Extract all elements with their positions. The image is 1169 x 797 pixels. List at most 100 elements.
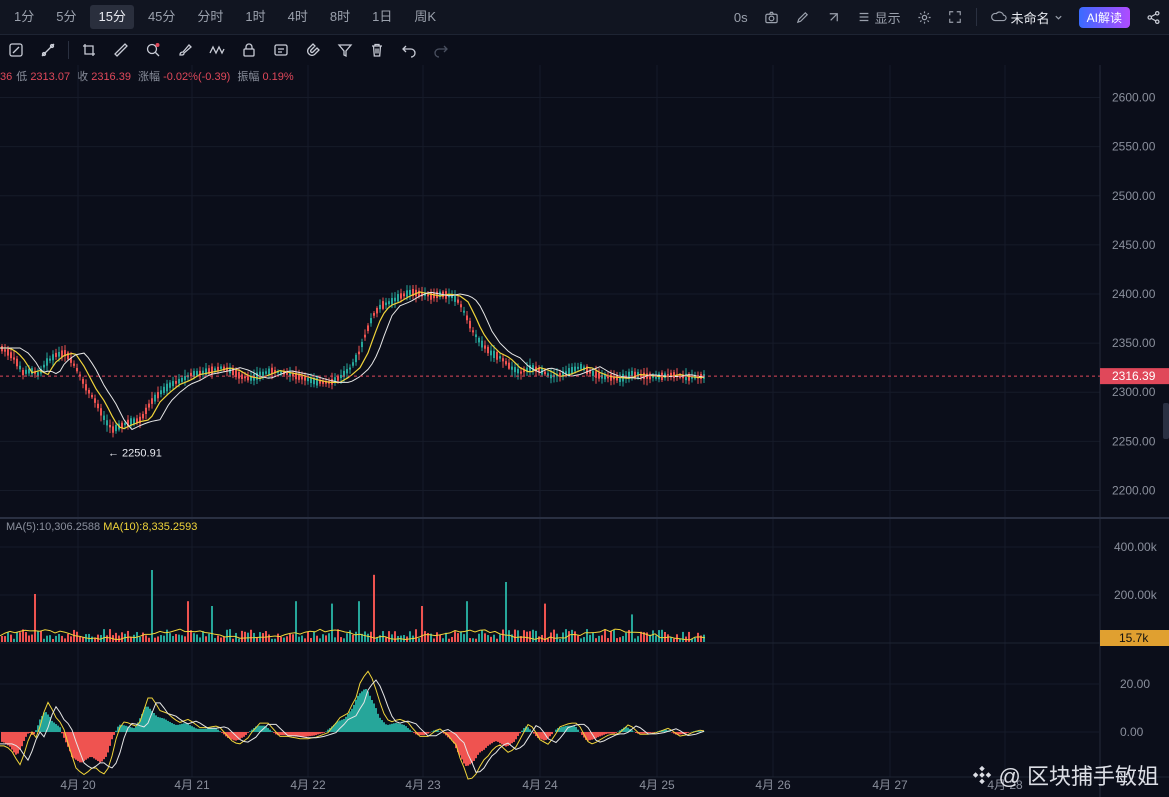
macd-histogram-bar: [95, 732, 97, 760]
filter-icon[interactable]: [335, 40, 355, 60]
volume-bar: [607, 638, 609, 642]
volume-bar: [475, 638, 477, 642]
volume-bar: [61, 635, 63, 642]
candle-body: [109, 424, 111, 428]
volume-bar: [622, 636, 624, 642]
candle-body: [493, 350, 495, 359]
ma-line-yellow: [0, 291, 705, 430]
volume-bar: [214, 638, 216, 642]
camera-icon[interactable]: [764, 10, 779, 25]
macd-histogram-bar: [59, 727, 61, 732]
volume-bar: [502, 629, 504, 642]
volume-bar: [334, 637, 336, 642]
watermark: @ 区块捕手敏姐: [971, 759, 1159, 791]
macd-histogram-bar: [471, 732, 473, 764]
macd-histogram-bar: [87, 732, 89, 759]
pen-icon[interactable]: [795, 10, 810, 25]
volume-bar: [217, 635, 219, 642]
redo-icon[interactable]: [431, 40, 451, 60]
volume-bar: [544, 603, 546, 642]
volume-bar: [493, 634, 495, 642]
pattern-icon[interactable]: [207, 40, 227, 60]
candle-body: [610, 374, 612, 381]
macd-histogram-bar: [503, 732, 505, 746]
macd-histogram-bar: [431, 731, 433, 732]
volume-bar: [619, 637, 621, 642]
macd-histogram-bar: [153, 712, 155, 732]
macd-histogram-bar: [473, 732, 475, 761]
candle-body: [211, 366, 213, 375]
display-button[interactable]: 显示: [857, 8, 901, 27]
macd-histogram-bar: [387, 724, 389, 732]
brush-icon[interactable]: [175, 40, 195, 60]
volume-bar: [292, 634, 294, 642]
macd-histogram-bar: [563, 726, 565, 732]
macd-histogram-bar: [367, 691, 369, 732]
share-icon[interactable]: [1146, 10, 1161, 25]
volume-bar: [616, 638, 618, 642]
timeframe-tab[interactable]: 1时: [237, 5, 273, 29]
macd-histogram-bar: [133, 728, 135, 732]
volume-bar: [70, 636, 72, 642]
undo-icon[interactable]: [399, 40, 419, 60]
fullscreen-icon[interactable]: [948, 10, 962, 24]
candle-body: [151, 398, 153, 404]
volume-tick-label: 200.00k: [1114, 588, 1158, 602]
macd-histogram-bar: [179, 724, 181, 732]
volume-bar: [205, 636, 207, 642]
expand-icon[interactable]: [826, 10, 841, 25]
candle-body: [265, 371, 267, 374]
macd-histogram-bar: [97, 732, 99, 762]
timeframe-tab[interactable]: 4时: [280, 5, 316, 29]
magnet-icon[interactable]: [303, 40, 323, 60]
candle-body: [22, 369, 24, 376]
price-tick-label: 2300.00: [1112, 385, 1156, 399]
layout-selector[interactable]: 未命名: [990, 8, 1063, 27]
macd-histogram-bar: [161, 718, 163, 732]
volume-bar: [460, 631, 462, 642]
trash-icon[interactable]: [367, 40, 387, 60]
trendline-icon[interactable]: [38, 40, 58, 60]
volume-bar: [523, 630, 525, 642]
timeframe-tab[interactable]: 8时: [322, 5, 358, 29]
candle-body: [142, 414, 144, 419]
volume-bar: [349, 630, 351, 642]
candle-body: [181, 377, 183, 382]
volume-bar: [313, 631, 315, 642]
macd-histogram-bar: [305, 732, 307, 737]
macd-histogram-bar: [671, 732, 673, 733]
macd-histogram-bar: [83, 732, 85, 762]
macd-histogram-bar: [605, 732, 607, 734]
candle-body: [403, 293, 405, 297]
timeframe-tab[interactable]: 45分: [140, 5, 183, 29]
macd-histogram-bar: [199, 728, 201, 732]
timeframe-tab[interactable]: 5分: [48, 5, 84, 29]
candle-body: [163, 386, 165, 393]
price-chart[interactable]: 4月 20 4月 21 4月 22 4月 23 4月 24 4月 25 4月 26 4月 27…: [0, 65, 1169, 797]
note-icon[interactable]: [271, 40, 291, 60]
volume-bar: [418, 638, 420, 642]
timeframe-tab[interactable]: 15分: [90, 5, 134, 29]
scroll-handle[interactable]: [1163, 403, 1169, 439]
macd-histogram-bar: [403, 724, 405, 732]
settings-gear-icon[interactable]: [917, 10, 932, 25]
candle-body: [73, 363, 75, 366]
candle-body: [7, 349, 9, 356]
crop-icon[interactable]: [79, 40, 99, 60]
timeframe-tab[interactable]: 分时: [189, 5, 231, 29]
ai-interpret-button[interactable]: AI解读: [1078, 6, 1130, 28]
volume-bar: [187, 601, 189, 642]
draw-toggle-icon[interactable]: [6, 40, 26, 60]
zoom-icon[interactable]: [143, 40, 163, 60]
timeframe-tab[interactable]: 周K: [406, 5, 444, 29]
ruler-icon[interactable]: [111, 40, 131, 60]
volume-bar: [283, 637, 285, 642]
macd-histogram-bar: [393, 723, 395, 732]
timeframe-tab[interactable]: 1分: [6, 5, 42, 29]
timeframe-tab[interactable]: 1日: [364, 5, 400, 29]
candle-body: [463, 310, 465, 313]
macd-histogram-bar: [9, 732, 11, 747]
lock-icon[interactable]: [239, 40, 259, 60]
macd-histogram-bar: [407, 728, 409, 732]
macd-histogram-bar: [649, 732, 651, 733]
